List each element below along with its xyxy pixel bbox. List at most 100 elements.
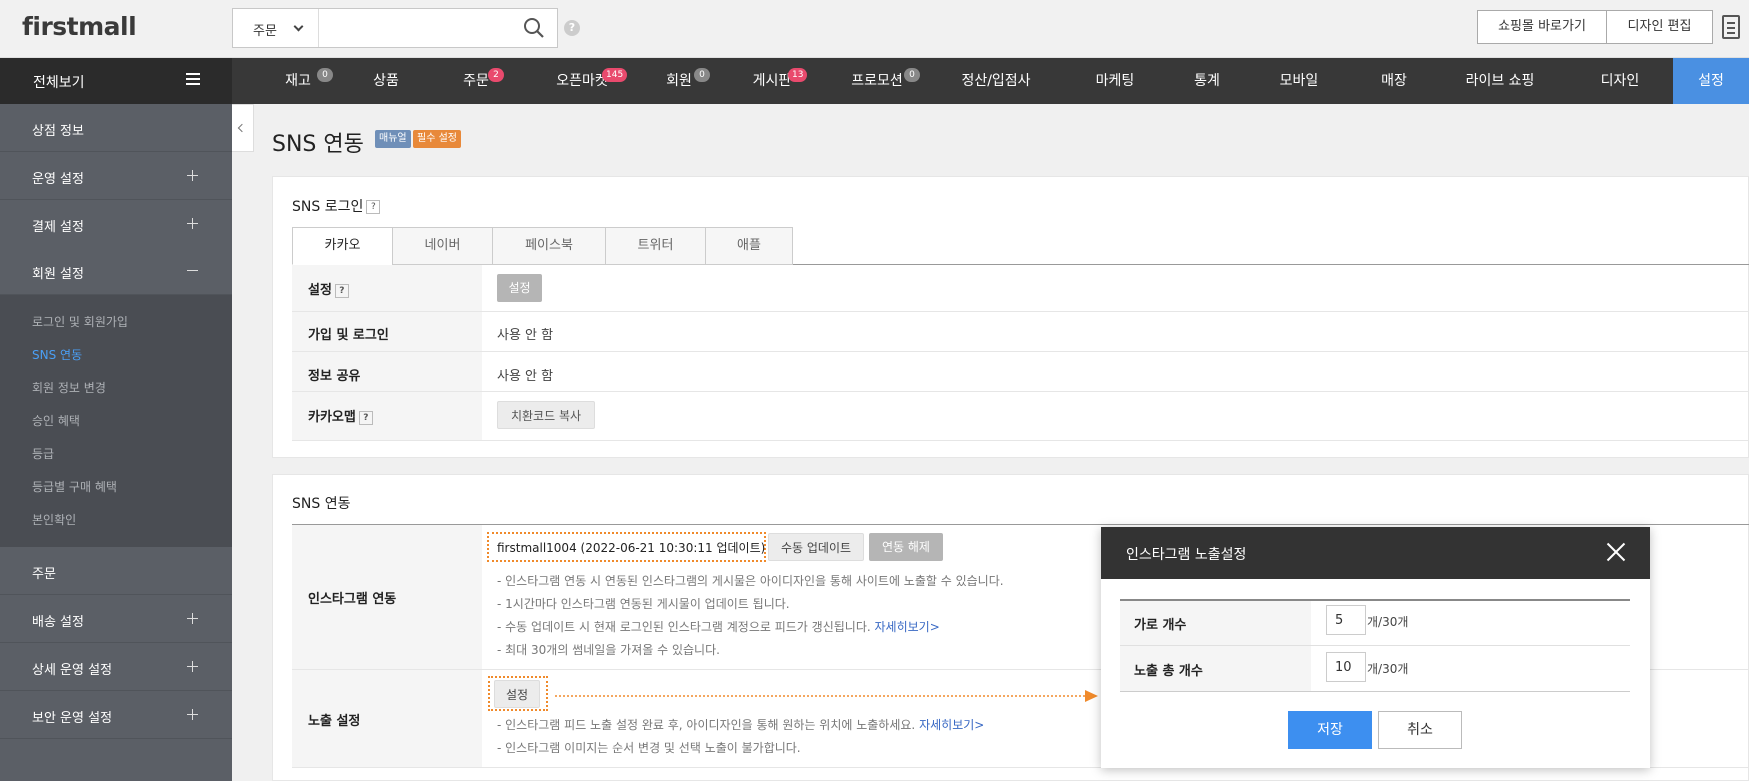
nav-item-stats[interactable]: 통계 [1190, 58, 1224, 104]
sidebar-sub-identity-check[interactable]: 본인확인 [32, 511, 76, 528]
sidebar-sub-grade-benefit[interactable]: 등급별 구매 혜택 [32, 478, 117, 495]
kakao-settings-button[interactable]: 설정 [497, 274, 542, 302]
nav-badge: 145 [602, 68, 628, 82]
sns-login-title: SNS 로그인? [292, 196, 381, 216]
label-text: 카카오맵 [308, 410, 356, 425]
nav-item-marketing[interactable]: 마케팅 [1090, 58, 1140, 104]
search-type-select[interactable]: 주문 [233, 9, 319, 47]
nav-item-inventory[interactable]: 재고 0 [275, 58, 333, 104]
search-bar: 주문 [232, 8, 558, 48]
sidebar-item-label: 배송 설정 [32, 615, 84, 630]
dialog-label-columns: 가로 개수 [1134, 618, 1187, 633]
sidebar-item-store-info[interactable]: 상점 정보 [0, 104, 232, 152]
sidebar-sub-approval-benefit[interactable]: 승인 혜택 [32, 412, 80, 429]
label-text: 설정 [308, 283, 332, 298]
note-text: - 인스타그램 피드 노출 설정 완료 후, 아이디자인을 통해 원하는 위치에… [497, 718, 916, 732]
instagram-note: - 1시간마다 인스타그램 연동된 게시물이 업데이트 됩니다. [497, 597, 790, 611]
row-label-settings: 설정? [308, 279, 349, 298]
columns-input[interactable]: 5 [1326, 605, 1366, 635]
sidebar-collapse-button[interactable] [232, 104, 254, 152]
unlink-button[interactable]: 연동 해제 [869, 533, 943, 561]
tab-apple[interactable]: 애플 [705, 227, 793, 265]
chevron-left-icon [237, 123, 247, 133]
nav-badge: 13 [788, 68, 808, 82]
nav-item-live-shopping[interactable]: 라이브 쇼핑 [1460, 58, 1540, 104]
sidebar-item-label: 보안 운영 설정 [32, 711, 113, 726]
nav-label: 회원 [666, 73, 692, 89]
sidebar-item-label: 회원 설정 [32, 267, 84, 282]
row-label-join: 가입 및 로그인 [308, 328, 389, 343]
tab-kakao[interactable]: 카카오 [292, 227, 393, 265]
sidebar-sub-grade[interactable]: 등급 [32, 445, 54, 462]
manual-update-button[interactable]: 수동 업데이트 [768, 533, 864, 561]
row-divider [292, 311, 1749, 312]
expose-note: - 인스타그램 피드 노출 설정 완료 후, 아이디자인을 통해 원하는 위치에… [497, 716, 984, 733]
design-edit-button[interactable]: 디자인 편집 [1606, 10, 1713, 44]
sns-link-title: SNS 연동 [292, 496, 351, 512]
chevron-down-icon [293, 21, 304, 32]
nav-item-orders[interactable]: 주문 2 [453, 58, 504, 104]
section-title-text: SNS 로그인 [292, 199, 364, 215]
nav-item-members[interactable]: 회원 0 [656, 58, 710, 104]
sidebar-item-label: 상세 운영 설정 [32, 663, 113, 678]
plus-icon [187, 170, 198, 181]
nav-item-board[interactable]: 게시판 13 [742, 58, 808, 104]
sidebar-item-shipping[interactable]: 배송 설정 [0, 595, 232, 643]
expose-more-link[interactable]: 자세히보기> [919, 718, 984, 732]
sidebar-sub-login-join[interactable]: 로그인 및 회원가입 [32, 313, 128, 330]
row-label-expose: 노출 설정 [308, 714, 361, 729]
help-icon[interactable]: ? [564, 20, 580, 36]
sidebar-item-label: 주문 [32, 567, 56, 582]
save-button[interactable]: 저장 [1288, 711, 1372, 749]
nav-item-settlement[interactable]: 정산/입점사 [956, 58, 1036, 104]
logo[interactable]: firstmall [22, 12, 137, 41]
nav-item-settings[interactable]: 설정 [1673, 58, 1749, 104]
plus-icon [187, 709, 198, 720]
nav-item-store[interactable]: 매장 [1377, 58, 1411, 104]
sidebar-item-detail-operation[interactable]: 상세 운영 설정 [0, 643, 232, 691]
more-link[interactable]: 자세히보기> [875, 620, 940, 634]
help-icon[interactable]: ? [366, 200, 381, 214]
expose-note: - 인스타그램 이미지는 순서 변경 및 선택 노출이 불가합니다. [497, 741, 801, 755]
note-text: - 수동 업데이트 시 현재 로그인된 인스타그램 계정으로 피드가 갱신됩니다… [497, 620, 871, 634]
arrow-icon [555, 690, 1098, 702]
nav-label: 게시판 [752, 73, 792, 89]
sidebar-item-operation[interactable]: 운영 설정 [0, 152, 232, 200]
shop-shortcut-button[interactable]: 쇼핑몰 바로가기 [1477, 10, 1607, 44]
search-type-label: 주문 [253, 24, 277, 39]
cancel-button[interactable]: 취소 [1378, 711, 1462, 749]
search-icon[interactable] [523, 17, 545, 39]
help-icon[interactable]: ? [334, 283, 349, 298]
nav-item-openmarket[interactable]: 오픈마켓 145 [542, 58, 628, 104]
tab-twitter[interactable]: 트위터 [605, 227, 706, 265]
nav-label: 재고 [285, 73, 311, 89]
search-input[interactable] [325, 15, 495, 41]
sidebar-item-payment[interactable]: 결제 설정 [0, 200, 232, 248]
document-icon[interactable] [1722, 15, 1740, 39]
nav-item-design[interactable]: 디자인 [1595, 58, 1645, 104]
nav-item-products[interactable]: 상품 [366, 58, 406, 104]
tab-facebook[interactable]: 페이스북 [492, 227, 606, 265]
row-divider [292, 391, 1749, 392]
sidebar-sub-sns-link[interactable]: SNS 연동 [32, 346, 82, 363]
expose-settings-button[interactable]: 설정 [494, 680, 540, 708]
minus-icon [187, 270, 198, 271]
sidebar-sub-member-info-change[interactable]: 회원 정보 변경 [32, 379, 106, 396]
nav-item-promotion[interactable]: 프로모션 0 [842, 58, 920, 104]
row-label-kakaomap: 카카오맵? [308, 406, 373, 425]
close-icon[interactable] [1606, 542, 1626, 562]
sidebar-item-member-settings[interactable]: 회원 설정 [0, 247, 232, 295]
nav-all-label: 전체보기 [33, 75, 85, 91]
required-tag[interactable]: 필수 설정 [413, 130, 461, 148]
sidebar-item-security[interactable]: 보안 운영 설정 [0, 691, 232, 739]
manual-tag[interactable]: 매뉴얼 [375, 130, 411, 148]
sidebar-item-orders[interactable]: 주문 [0, 547, 232, 595]
dialog-table-bottom [1120, 691, 1630, 692]
nav-item-mobile[interactable]: 모바일 [1274, 58, 1324, 104]
tab-naver[interactable]: 네이버 [392, 227, 493, 265]
help-icon[interactable]: ? [358, 410, 373, 425]
copy-code-button[interactable]: 치환코드 복사 [497, 401, 595, 429]
nav-all-menu[interactable]: 전체보기 [0, 58, 232, 104]
row-divider [292, 351, 1749, 352]
total-count-input[interactable]: 10 [1326, 652, 1366, 682]
